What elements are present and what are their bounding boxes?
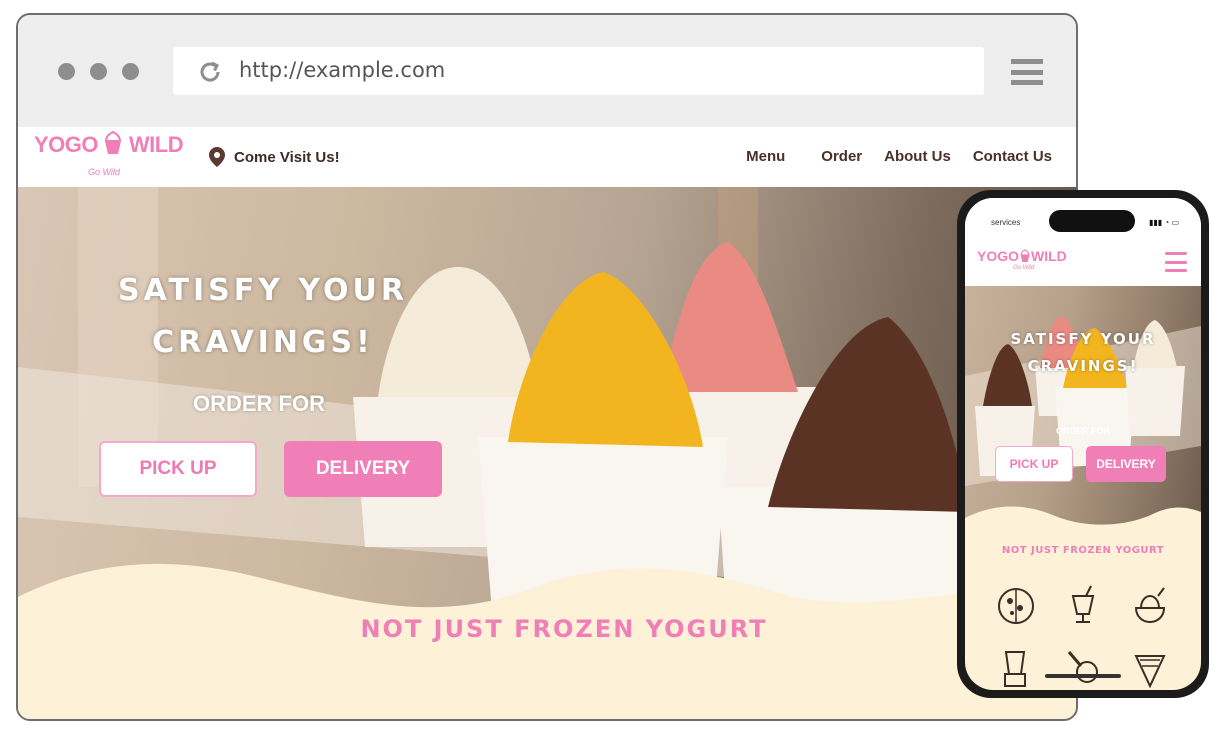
browser-window: http://example.com YOGO WILD Go Wild Com… bbox=[16, 13, 1078, 721]
mobile-pick-up-button[interactable]: PICK UP bbox=[995, 446, 1073, 482]
mobile-menu-icon[interactable] bbox=[1165, 252, 1187, 272]
nav-menu[interactable]: Menu bbox=[746, 148, 785, 165]
home-indicator bbox=[1045, 674, 1121, 678]
delivery-button[interactable]: DELIVERY bbox=[284, 441, 442, 497]
location-pin-icon bbox=[209, 147, 225, 167]
ice-cream-scoop-icon[interactable] bbox=[1061, 646, 1105, 690]
mobile-title-line2: CRAVINGS! bbox=[1027, 357, 1139, 375]
mobile-hero: SATISFY YOUR CRAVINGS! ORDER FOR PICK UP… bbox=[965, 286, 1201, 526]
yogurt-bowl-icon[interactable] bbox=[1128, 584, 1172, 628]
hero-title: SATISFY YOUR CRAVINGS! bbox=[78, 265, 448, 369]
status-bar: services ▮▮▮ ◔ ▭ bbox=[965, 198, 1201, 238]
nav-about-us[interactable]: About Us bbox=[884, 148, 951, 165]
mobile-order-for: ORDER FOR bbox=[1056, 426, 1110, 436]
mobile-logo-right: WILD bbox=[1031, 248, 1067, 264]
mobile-header: YOGO WILD Go Wild bbox=[965, 238, 1201, 286]
visit-label: Come Visit Us! bbox=[234, 148, 340, 166]
url-text[interactable]: http://example.com bbox=[239, 58, 445, 82]
dynamic-island bbox=[1049, 210, 1135, 232]
yogurt-cup-icon bbox=[105, 130, 122, 154]
hero-title-line1: SATISFY YOUR bbox=[117, 273, 408, 308]
logo-text-right: WILD bbox=[128, 132, 184, 157]
section-title: NOT JUST FROZEN YOGURT bbox=[360, 615, 768, 643]
signal-battery-icon: ▮▮▮ ◔ ▭ bbox=[1148, 218, 1179, 227]
mobile-logo-tagline: Go Wild bbox=[1013, 265, 1035, 271]
blender-icon[interactable] bbox=[994, 646, 1038, 690]
visit-link[interactable]: Come Visit Us! bbox=[208, 146, 340, 168]
mobile-section-title: NOT JUST FROZEN YOGURT bbox=[1001, 545, 1165, 556]
window-dot[interactable] bbox=[90, 63, 107, 80]
mockup-stage: http://example.com YOGO WILD Go Wild Com… bbox=[0, 0, 1214, 741]
window-controls bbox=[58, 63, 139, 80]
crepe-icon[interactable] bbox=[1128, 646, 1172, 690]
main-nav: Menu Order About Us Contact Us bbox=[746, 148, 1052, 165]
yogurt-cup-icon bbox=[1020, 249, 1030, 262]
window-dot[interactable] bbox=[58, 63, 75, 80]
window-dot[interactable] bbox=[122, 63, 139, 80]
mobile-delivery-button[interactable]: DELIVERY bbox=[1086, 446, 1166, 482]
logo-tagline: Go Wild bbox=[88, 167, 120, 177]
hamburger-menu-icon[interactable] bbox=[1011, 59, 1043, 85]
carrier-label: services bbox=[991, 218, 1021, 227]
website-viewport: YOGO WILD Go Wild Come Visit Us! Menu Or… bbox=[18, 127, 1076, 719]
nav-order[interactable]: Order bbox=[821, 148, 862, 165]
mobile-cream-wave bbox=[965, 506, 1201, 538]
site-logo[interactable]: YOGO WILD Go Wild bbox=[34, 130, 184, 181]
mobile-title-line1: SATISFY YOUR bbox=[1010, 330, 1156, 348]
pick-up-button[interactable]: PICK UP bbox=[99, 441, 257, 497]
mobile-logo[interactable]: YOGO WILD bbox=[977, 248, 1067, 264]
nav-contact-us[interactable]: Contact Us bbox=[973, 148, 1052, 165]
mobile-hero-photo bbox=[965, 316, 1201, 486]
logo-text-left: YOGO bbox=[34, 132, 99, 157]
browser-chrome: http://example.com bbox=[18, 15, 1076, 127]
mobile-logo-left: YOGO bbox=[977, 248, 1020, 264]
mobile-hero-title: SATISFY YOUR CRAVINGS! bbox=[965, 326, 1201, 380]
site-header: YOGO WILD Go Wild Come Visit Us! Menu Or… bbox=[18, 127, 1076, 187]
hero-title-line2: CRAVINGS! bbox=[152, 325, 374, 360]
order-for-label: ORDER FOR bbox=[193, 391, 325, 416]
address-bar[interactable]: http://example.com bbox=[173, 47, 984, 95]
reload-icon[interactable] bbox=[197, 59, 223, 85]
